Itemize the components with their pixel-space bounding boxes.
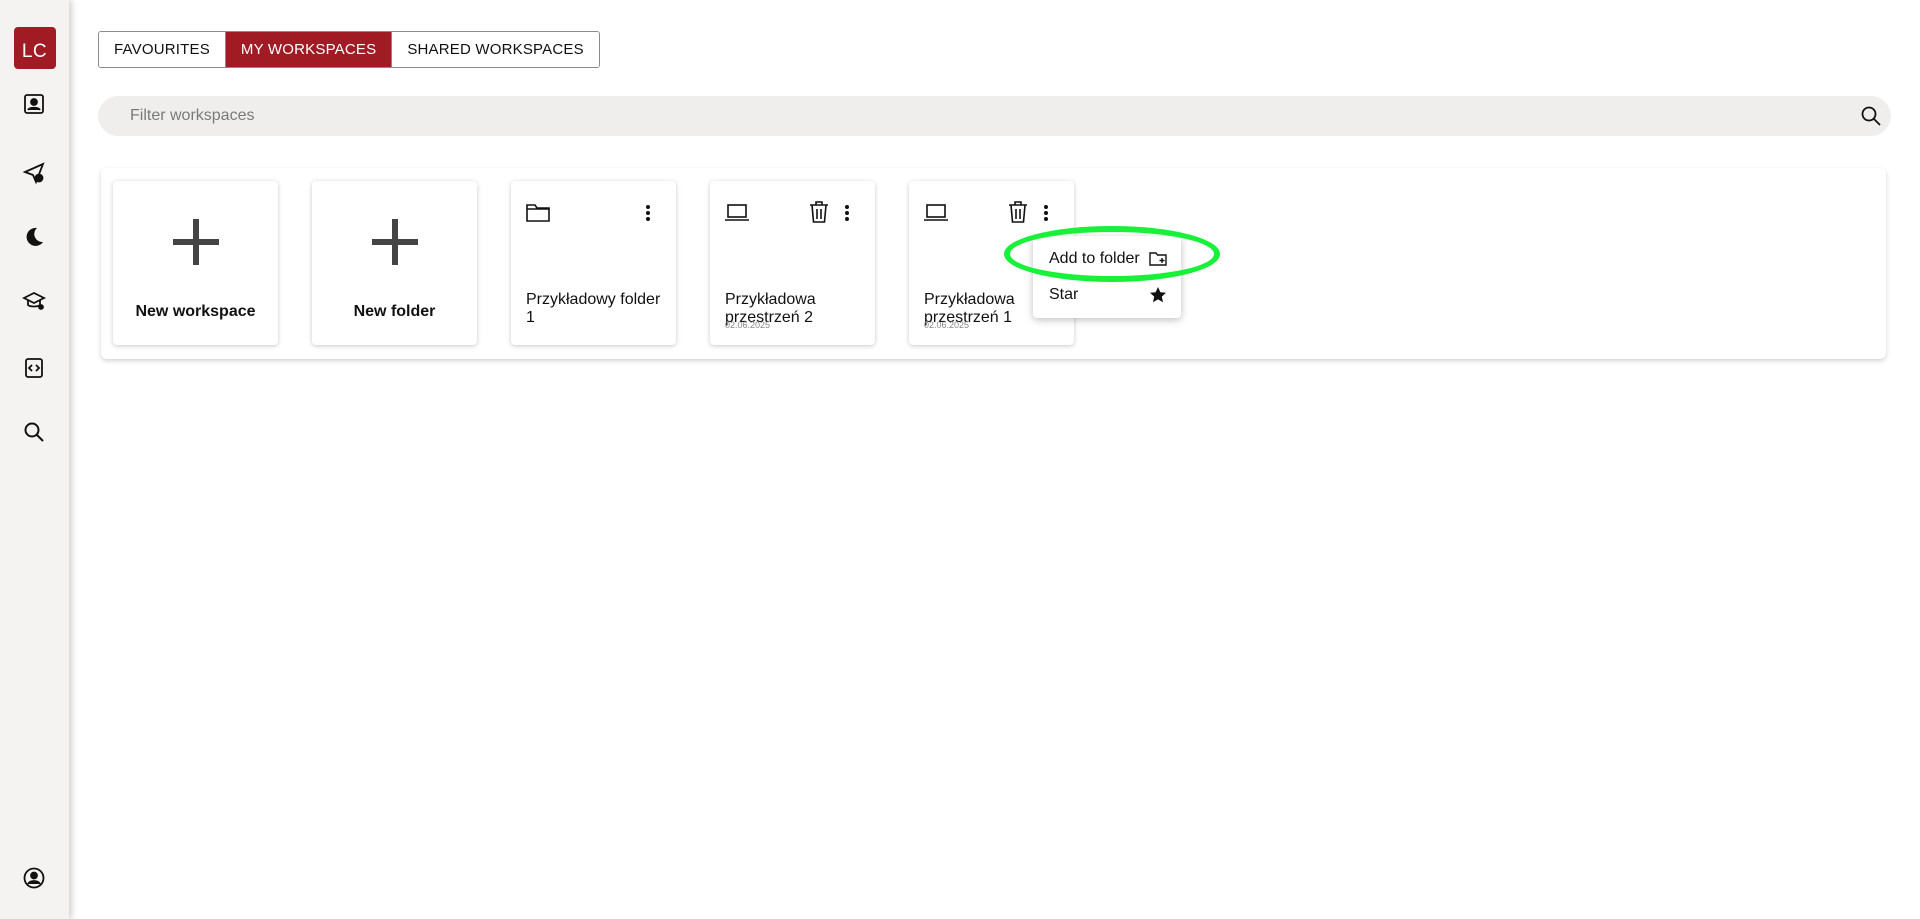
tab-favourites[interactable]: FAVOURITES bbox=[99, 32, 226, 67]
new-folder-card[interactable]: New folder bbox=[312, 181, 477, 345]
filter-workspaces-input[interactable] bbox=[130, 107, 1830, 125]
portrait-icon[interactable] bbox=[20, 90, 48, 118]
tab-shared-workspaces[interactable]: SHARED WORKSPACES bbox=[392, 32, 599, 67]
tab-my-workspaces[interactable]: MY WORKSPACES bbox=[225, 32, 393, 67]
add-to-folder-menu-item[interactable]: Add to folder bbox=[1033, 242, 1181, 276]
plus-icon bbox=[113, 209, 278, 275]
plus-icon bbox=[312, 209, 477, 275]
search-icon[interactable] bbox=[1859, 104, 1883, 128]
laptop-icon bbox=[924, 204, 948, 221]
workspace-date: 02.06.2025 bbox=[725, 320, 771, 330]
new-folder-label: New folder bbox=[353, 303, 436, 320]
graduation-cap-icon[interactable] bbox=[20, 287, 48, 315]
code-file-icon[interactable] bbox=[20, 354, 48, 382]
trash-icon[interactable] bbox=[1005, 199, 1031, 225]
sidebar: LC bbox=[0, 0, 69, 919]
trash-icon[interactable] bbox=[806, 199, 832, 225]
moon-icon[interactable] bbox=[20, 223, 48, 251]
workspace-date: 02.06.2025 bbox=[924, 320, 970, 330]
folder-icon bbox=[526, 204, 550, 222]
account-circle-icon[interactable] bbox=[20, 864, 48, 892]
add-to-folder-label: Add to folder bbox=[1049, 250, 1140, 267]
send-alert-icon[interactable] bbox=[20, 159, 48, 187]
star-menu-item[interactable]: Star bbox=[1033, 278, 1181, 312]
workspace-card[interactable]: Przykładowa przestrzeń 2 02.06.2025 bbox=[710, 181, 875, 345]
star-icon bbox=[1150, 287, 1166, 303]
new-workspace-label: New workspace bbox=[135, 303, 256, 320]
folder-name: Przykładowy folder 1 bbox=[526, 291, 661, 326]
filter-bar bbox=[98, 96, 1891, 136]
star-label: Star bbox=[1049, 286, 1079, 303]
workspace-context-menu: Add to folder Star bbox=[1033, 236, 1181, 318]
laptop-icon bbox=[725, 204, 749, 221]
more-options-icon[interactable] bbox=[638, 200, 658, 226]
new-workspace-card[interactable]: New workspace bbox=[113, 181, 278, 345]
more-options-icon[interactable] bbox=[837, 200, 857, 226]
folder-card[interactable]: Przykładowy folder 1 bbox=[511, 181, 676, 345]
user-initials-avatar[interactable]: LC bbox=[13, 27, 56, 69]
search-icon[interactable] bbox=[20, 418, 48, 446]
folder-add-icon bbox=[1149, 252, 1167, 266]
workspace-tabs: FAVOURITES MY WORKSPACES SHARED WORKSPAC… bbox=[98, 31, 600, 68]
more-options-icon[interactable] bbox=[1036, 200, 1056, 226]
